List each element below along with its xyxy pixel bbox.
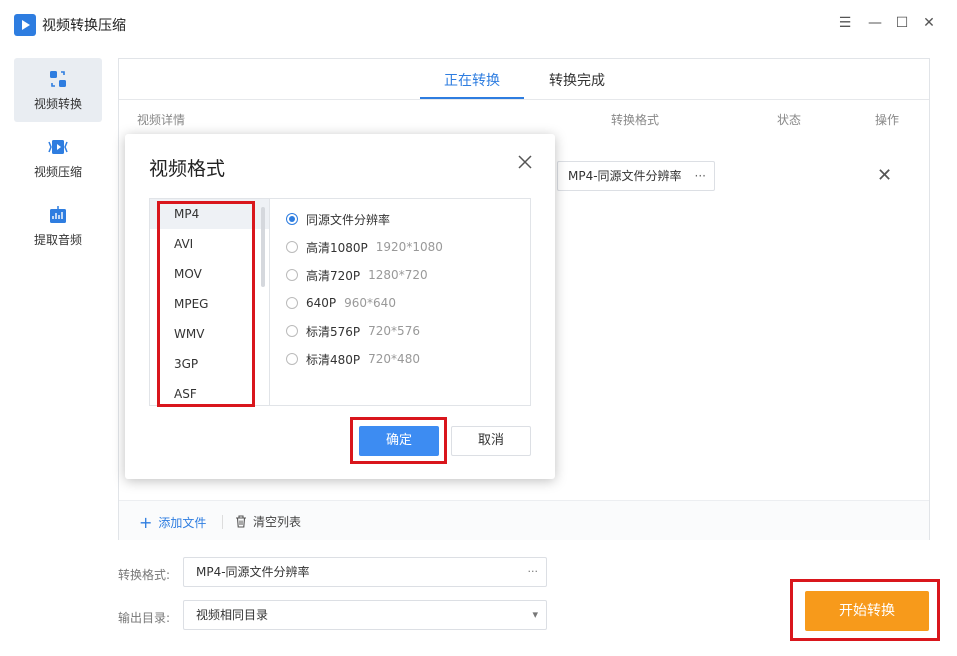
radio[interactable] — [286, 325, 298, 337]
resolution-dimensions: 720*480 — [368, 352, 420, 366]
menu-icon[interactable]: ☰ — [836, 14, 854, 32]
format-list[interactable]: MP4 AVI MOV MPEG WMV 3GP ASF — [150, 199, 270, 405]
output-dir-select[interactable]: 视频相同目录 ▾ — [183, 600, 547, 630]
start-convert-button[interactable]: 开始转换 — [805, 591, 929, 631]
resolution-name: 标清576P — [306, 324, 361, 339]
format-item-asf[interactable]: ASF — [150, 379, 269, 405]
app-title: 视频转换压缩 — [42, 18, 126, 34]
convert-icon — [50, 70, 66, 87]
app-logo-icon — [14, 14, 36, 36]
maximize-icon[interactable]: ☐ — [893, 14, 911, 32]
radio[interactable] — [286, 241, 298, 253]
column-header-status: 状态 — [777, 113, 802, 127]
add-files-label: 添加文件 — [158, 516, 207, 530]
resolution-name: 高清720P — [306, 268, 361, 283]
tab-converting[interactable]: 正在转换 — [420, 59, 524, 99]
tab-completed[interactable]: 转换完成 — [531, 59, 623, 99]
radio[interactable] — [286, 353, 298, 365]
format-item-3gp[interactable]: 3GP — [150, 349, 269, 379]
format-item-mpeg[interactable]: MPEG — [150, 289, 269, 319]
output-dir-label: 输出目录: — [118, 611, 171, 625]
clear-list-button[interactable]: 清空列表 — [235, 513, 301, 530]
toolbar-divider — [222, 515, 223, 529]
confirm-button[interactable]: 确定 — [359, 426, 439, 456]
format-item-mp4[interactable]: MP4 — [150, 199, 269, 229]
output-format-value: MP4-同源文件分辨率 — [196, 565, 310, 579]
minimize-icon[interactable]: — — [866, 14, 884, 32]
resolution-name: 同源文件分辨率 — [306, 212, 391, 227]
column-header-format: 转换格式 — [611, 113, 660, 127]
radio[interactable] — [286, 297, 298, 309]
sidebar-item-label: 提取音频 — [33, 232, 82, 247]
resolution-dimensions: 720*576 — [368, 324, 420, 338]
cancel-button[interactable]: 取消 — [451, 426, 531, 456]
video-format-dialog: 视频格式 MP4 AVI MOV MPEG WMV 3GP ASF 同源文件分辨… — [125, 134, 555, 479]
resolution-name: 640P — [306, 296, 337, 310]
sidebar: 视频转换 视频压缩 提取音频 — [0, 48, 115, 656]
format-item-avi[interactable]: AVI — [150, 229, 269, 259]
sidebar-item-convert[interactable]: 视频转换 — [14, 58, 102, 122]
row-format-value: MP4-同源文件分辨率 — [568, 169, 682, 183]
sidebar-item-compress[interactable]: 视频压缩 — [14, 126, 102, 190]
resolution-option[interactable]: 标清480P 720*480 — [286, 345, 443, 373]
resolution-option[interactable]: 同源文件分辨率 — [286, 205, 443, 233]
output-dir-value: 视频相同目录 — [196, 608, 269, 622]
column-header-details: 视频详情 — [137, 113, 186, 127]
resolution-dimensions: 960*640 — [344, 296, 396, 310]
format-item-wmv[interactable]: WMV — [150, 319, 269, 349]
chevron-down-icon: ▾ — [532, 608, 538, 621]
resolution-dimensions: 1920*1080 — [375, 240, 443, 254]
title-bar: 视频转换压缩 ☰ — ☐ ✕ — [0, 0, 957, 48]
resolution-list: 同源文件分辨率 高清1080P 1920*1080 高清720P 1280*72… — [286, 205, 443, 373]
output-format-select[interactable]: MP4-同源文件分辨率 ··· — [183, 557, 547, 587]
more-icon: ··· — [694, 169, 706, 183]
resolution-name: 标清480P — [306, 352, 361, 367]
format-label: 转换格式: — [118, 568, 171, 582]
sidebar-item-extract-audio[interactable]: 提取音频 — [14, 194, 102, 258]
sidebar-item-label: 视频转换 — [33, 96, 82, 111]
column-header-action: 操作 — [875, 113, 900, 127]
add-files-button[interactable]: + 添加文件 — [139, 513, 206, 532]
resolution-dimensions: 1280*720 — [368, 268, 428, 282]
close-icon[interactable] — [517, 154, 533, 170]
format-item-mov[interactable]: MOV — [150, 259, 269, 289]
sidebar-item-label: 视频压缩 — [33, 164, 82, 179]
remove-row-icon[interactable]: ✕ — [877, 165, 892, 186]
tab-divider — [119, 99, 929, 100]
clear-list-label: 清空列表 — [253, 515, 302, 529]
trash-icon — [236, 515, 246, 528]
compress-icon — [48, 139, 68, 154]
plus-icon: + — [139, 513, 153, 532]
format-selection-box: MP4 AVI MOV MPEG WMV 3GP ASF 同源文件分辨率 高清1… — [149, 198, 531, 406]
close-window-icon[interactable]: ✕ — [920, 14, 938, 32]
resolution-option[interactable]: 高清720P 1280*720 — [286, 261, 443, 289]
more-icon: ··· — [527, 565, 539, 578]
dialog-title: 视频格式 — [149, 158, 226, 180]
resolution-name: 高清1080P — [306, 240, 368, 255]
row-format-select[interactable]: MP4-同源文件分辨率 ··· — [557, 161, 715, 191]
resolution-option[interactable]: 高清1080P 1920*1080 — [286, 233, 443, 261]
resolution-option[interactable]: 640P 960*640 — [286, 289, 443, 317]
list-toolbar: + 添加文件 清空列表 — [119, 500, 929, 540]
radio[interactable] — [286, 269, 298, 281]
audio-icon — [50, 205, 66, 223]
resolution-option[interactable]: 标清576P 720*576 — [286, 317, 443, 345]
radio-selected[interactable] — [286, 213, 298, 225]
format-list-scrollbar[interactable] — [261, 207, 265, 287]
